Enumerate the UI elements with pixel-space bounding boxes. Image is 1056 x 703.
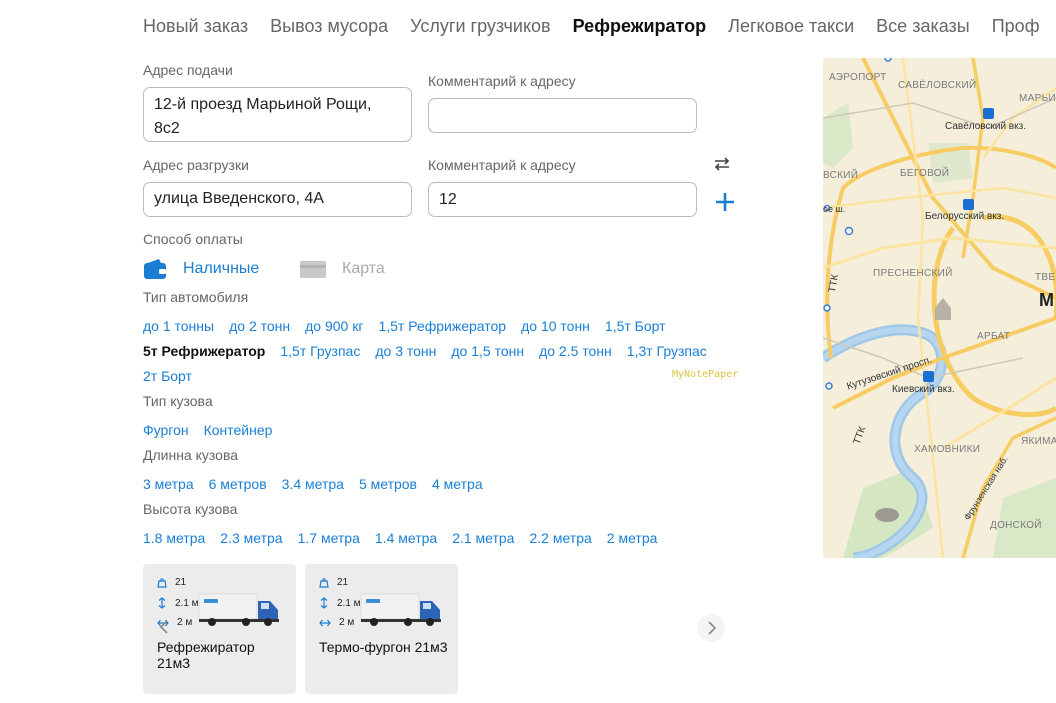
vehicle-option[interactable]: до 3 тонн bbox=[375, 343, 436, 359]
vehicle-option[interactable]: до 2.5 тонн bbox=[539, 343, 612, 359]
map-label: САВЁЛОВСКИЙ bbox=[898, 80, 977, 91]
card-wallet-icon bbox=[300, 261, 326, 278]
body-height-option[interactable]: 2.2 метра bbox=[529, 530, 591, 546]
map-label: ДОНСКОЙ bbox=[990, 520, 1042, 531]
unload-address-input[interactable]: улица Введенского, 4А bbox=[143, 182, 412, 217]
volume-spec: 21 bbox=[157, 577, 186, 588]
body-length-options: 3 метра 6 метров 3.4 метра 5 метров 4 метра bbox=[143, 476, 498, 492]
body-length-option[interactable]: 6 метров bbox=[209, 476, 267, 492]
map-label: ое ш. bbox=[823, 204, 846, 214]
vehicle-option[interactable]: до 1,5 тонн bbox=[451, 343, 524, 359]
truck-image bbox=[360, 593, 441, 626]
truck-image bbox=[198, 593, 279, 626]
add-address-icon[interactable] bbox=[714, 191, 736, 213]
pickup-comment-input[interactable] bbox=[428, 98, 697, 133]
vehicle-option[interactable]: 1,3т Грузпас bbox=[627, 343, 707, 359]
watermark: MyNotePaper bbox=[672, 369, 739, 380]
map[interactable]: АЭРОПОРТ САВЁЛОВСКИЙ МАРЬИ Савёловский в… bbox=[823, 58, 1056, 558]
weight-icon bbox=[157, 577, 167, 588]
vehicle-card-title: Рефрежиратор 21м3 bbox=[157, 639, 255, 671]
pickup-comment-label: Комментарий к адресу bbox=[428, 73, 576, 89]
weight-icon bbox=[319, 577, 329, 588]
body-type-option[interactable]: Контейнер bbox=[204, 422, 273, 438]
body-height-option[interactable]: 1.8 метра bbox=[143, 530, 205, 546]
vehicle-option[interactable]: 1,5т Рефрижератор bbox=[378, 318, 506, 334]
map-label: МАРЬИ bbox=[1019, 93, 1056, 104]
body-height-option[interactable]: 2.3 метра bbox=[220, 530, 282, 546]
vehicle-option[interactable]: до 2 тонн bbox=[229, 318, 290, 334]
vehicle-option[interactable]: до 1 тонны bbox=[143, 318, 214, 334]
vehicle-card[interactable]: 21 2.1 м 2 м Термо-фургон 21м3 bbox=[305, 564, 458, 694]
body-length-option[interactable]: 3.4 метра bbox=[282, 476, 344, 492]
swap-addresses-icon[interactable] bbox=[712, 156, 732, 172]
map-label: ЯКИМА bbox=[1021, 436, 1056, 447]
vehicle-option[interactable]: до 900 кг bbox=[305, 318, 363, 334]
nav-profile[interactable]: Проф bbox=[992, 16, 1040, 36]
body-height-label: Высота кузова bbox=[143, 501, 238, 517]
unload-comment-label: Комментарий к адресу bbox=[428, 157, 576, 173]
nav-new-order[interactable]: Новый заказ bbox=[143, 16, 248, 36]
payment-card-option[interactable]: Карта bbox=[300, 256, 385, 282]
body-length-option[interactable]: 3 метра bbox=[143, 476, 194, 492]
map-label: ВСКИЙ bbox=[823, 170, 859, 181]
nav-garbage-removal[interactable]: Вывоз мусора bbox=[270, 16, 388, 36]
vehicle-option[interactable]: 1,5т Борт bbox=[605, 318, 666, 334]
nav-movers[interactable]: Услуги грузчиков bbox=[410, 16, 550, 36]
body-length-option[interactable]: 4 метра bbox=[432, 476, 483, 492]
payment-cash-label: Наличные bbox=[183, 260, 260, 277]
chevron-right-icon bbox=[708, 621, 717, 635]
pickup-address-label: Адрес подачи bbox=[143, 62, 233, 78]
vehicle-type-row-1: до 1 тонны до 2 тонн до 900 кг 1,5т Рефриже… bbox=[143, 318, 681, 334]
vehicle-type-row-2: 5т Рефрижератор 1,5т Грузпас до 3 тонн до 1… bbox=[143, 343, 722, 359]
width-arrows-icon bbox=[319, 619, 331, 626]
vehicle-option[interactable]: 2т Борт bbox=[143, 368, 192, 384]
body-height-option[interactable]: 1.7 метра bbox=[298, 530, 360, 546]
payment-method-label: Способ оплаты bbox=[143, 231, 243, 247]
body-type-label: Тип кузова bbox=[143, 393, 213, 409]
body-length-label: Длинна кузова bbox=[143, 447, 239, 463]
body-type-options: Фургон Контейнер bbox=[143, 422, 287, 438]
unload-address-label: Адрес разгрузки bbox=[143, 157, 249, 173]
map-label: АЭРОПОРТ bbox=[829, 72, 887, 83]
map-label: АРБАТ bbox=[977, 331, 1011, 342]
vehicle-option[interactable]: 1,5т Грузпас bbox=[280, 343, 360, 359]
vehicle-type-row-3: 2т Борт bbox=[143, 368, 207, 384]
map-label: БЕГОВОЙ bbox=[900, 168, 950, 179]
height-spec: 2.1 м bbox=[319, 597, 361, 609]
carousel-next-button[interactable] bbox=[697, 614, 725, 642]
vehicle-option[interactable]: до 10 тонн bbox=[521, 318, 590, 334]
map-roads bbox=[823, 58, 1056, 558]
pickup-address-input[interactable]: 12-й проезд Марьиной Рощи, 8с2 bbox=[143, 87, 412, 142]
nav-taxi[interactable]: Легковое такси bbox=[728, 16, 854, 36]
width-spec: 2 м bbox=[319, 617, 354, 628]
vehicle-type-label: Тип автомобиля bbox=[143, 289, 249, 305]
nav-refrigerator[interactable]: Рефрежиратор bbox=[573, 16, 707, 36]
height-arrows-icon bbox=[320, 597, 328, 609]
carousel-prev-icon[interactable] bbox=[158, 620, 170, 634]
vehicle-option-selected[interactable]: 5т Рефрижератор bbox=[143, 343, 265, 359]
map-label: ХАМОВНИКИ bbox=[914, 444, 981, 455]
map-label: ТВЕ bbox=[1035, 272, 1056, 283]
wallet-icon bbox=[144, 259, 166, 279]
body-height-option[interactable]: 2.1 метра bbox=[452, 530, 514, 546]
body-type-option[interactable]: Фургон bbox=[143, 422, 189, 438]
map-label: Киевский вкз. bbox=[892, 384, 955, 395]
unload-comment-input[interactable]: 12 bbox=[428, 182, 697, 217]
payment-card-label: Карта bbox=[342, 260, 385, 277]
map-label: М bbox=[1039, 290, 1055, 310]
body-height-option[interactable]: 1.4 метра bbox=[375, 530, 437, 546]
map-label: Савёловский вкз. bbox=[945, 121, 1026, 132]
body-height-option[interactable]: 2 метра bbox=[607, 530, 658, 546]
map-label: ПРЕСНЕНСКИЙ bbox=[873, 268, 953, 279]
height-spec: 2.1 м bbox=[157, 597, 199, 609]
height-arrows-icon bbox=[158, 597, 166, 609]
nav-all-orders[interactable]: Все заказы bbox=[876, 16, 970, 36]
top-nav: Новый заказ Вывоз мусора Услуги грузчиков Р… bbox=[143, 16, 1056, 37]
body-length-option[interactable]: 5 метров bbox=[359, 476, 417, 492]
volume-spec: 21 bbox=[319, 577, 348, 588]
vehicle-card-title: Термо-фургон 21м3 bbox=[319, 639, 448, 655]
body-height-options: 1.8 метра 2.3 метра 1.7 метра 1.4 метра 2.1 … bbox=[143, 530, 672, 546]
map-label: Белорусский вкз. bbox=[925, 211, 1005, 222]
payment-cash-option[interactable]: Наличные bbox=[143, 256, 259, 282]
